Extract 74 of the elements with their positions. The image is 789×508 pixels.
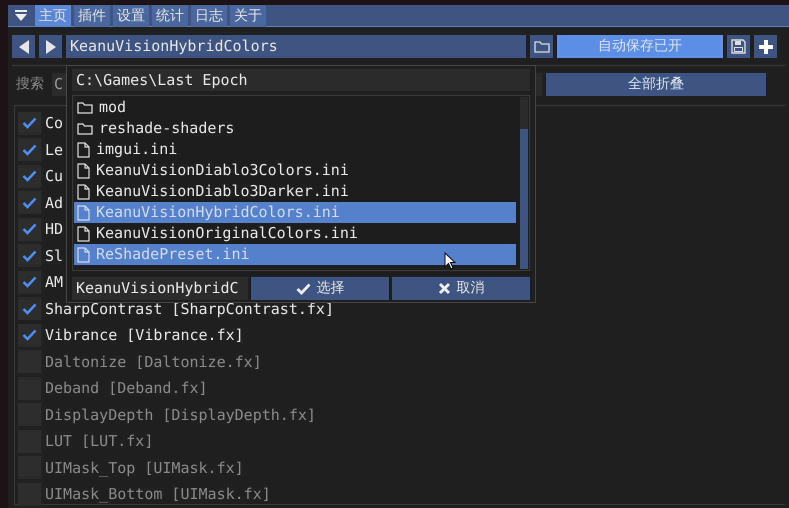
checkmark-icon	[22, 117, 37, 130]
checkbox[interactable]	[18, 482, 41, 506]
close-icon	[438, 282, 450, 295]
document-icon	[77, 204, 90, 220]
effect-name: Daltonize [Daltonize.fx]	[45, 352, 262, 372]
checkmark-icon	[22, 276, 37, 288]
effect-name: Le	[45, 140, 64, 160]
file-list-item[interactable]: imgui.ini	[74, 139, 516, 160]
tab[interactable]: 插件	[74, 5, 110, 27]
checkbox[interactable]	[18, 324, 41, 347]
file-list-item[interactable]: KeanuVisionDiablo3Colors.ini	[74, 160, 516, 181]
document-icon	[77, 226, 90, 242]
menu-icon	[15, 10, 27, 22]
checkmark-icon	[22, 170, 37, 182]
checkmark-icon	[22, 196, 37, 209]
path-field[interactable]: C:\Games\Last Epoch	[72, 69, 530, 91]
checkmark-icon	[22, 302, 37, 315]
effect-name: Sl	[45, 246, 64, 266]
effect-name: UIMask_Top [UIMask.fx]	[45, 458, 244, 478]
folder-icon	[77, 101, 93, 114]
preset-field[interactable]: KeanuVisionHybridColors	[66, 35, 526, 58]
add-button[interactable]	[754, 35, 777, 58]
effect-name: SharpContrast [SharpContrast.fx]	[45, 298, 334, 320]
folder-icon	[534, 40, 550, 53]
file-list-item[interactable]: mod	[74, 97, 516, 118]
effect-name: AM	[45, 272, 64, 293]
left-arrow-icon	[18, 40, 30, 54]
checkbox[interactable]	[18, 270, 41, 294]
checkbox[interactable]	[18, 164, 41, 188]
checkbox[interactable]	[18, 297, 41, 320]
tab[interactable]: 日志	[191, 5, 227, 27]
effect-name: Deband [Deband.fx]	[45, 378, 208, 399]
plus-icon	[758, 40, 772, 54]
previous-button[interactable]	[12, 35, 35, 58]
search-label: 搜索	[15, 75, 45, 94]
checkmark-icon	[22, 329, 37, 342]
effect-name: UIMask_Bottom [UIMask.fx]	[45, 484, 271, 505]
effect-name: Cu	[45, 166, 64, 187]
tab[interactable]: 统计	[152, 5, 188, 27]
file-list-item[interactable]: reshade-shaders	[74, 118, 516, 139]
tab[interactable]: 关于	[230, 5, 266, 27]
checkbox[interactable]	[18, 218, 41, 241]
checkmark-icon	[22, 144, 37, 156]
document-icon	[77, 162, 90, 178]
checkmark-icon	[22, 250, 37, 262]
checkbox[interactable]	[18, 112, 41, 135]
effect-name: LUT [LUT.fx]	[45, 431, 154, 452]
document-icon	[77, 246, 90, 262]
next-button[interactable]	[39, 35, 62, 58]
file-list-item[interactable]: KeanuVisionDiablo3Darker.ini	[74, 181, 516, 202]
effect-name: DisplayDepth [DisplayDepth.fx]	[45, 404, 316, 426]
checkmark-icon	[296, 282, 310, 294]
save-button[interactable]	[727, 35, 750, 58]
cancel-button[interactable]: 取消	[392, 277, 530, 300]
mouse-cursor-icon	[444, 252, 456, 270]
folder-icon	[77, 122, 93, 135]
select-button[interactable]: 选择	[251, 277, 389, 300]
file-list-item[interactable]: KeanuVisionOriginalColors.ini	[74, 223, 516, 244]
tab[interactable]: 设置	[113, 5, 149, 27]
collapse-all-button[interactable]: 全部折叠	[546, 73, 766, 96]
filename-field[interactable]: KeanuVisionHybridC	[72, 277, 248, 300]
right-arrow-icon	[44, 40, 56, 54]
effect-name: Co	[45, 113, 64, 134]
document-icon	[77, 184, 90, 200]
checkbox[interactable]	[18, 138, 41, 162]
checkbox[interactable]	[18, 244, 41, 268]
open-folder-button[interactable]	[530, 35, 553, 58]
effect-name: Vibrance [Vibrance.fx]	[45, 325, 244, 346]
scrollbar[interactable]	[520, 97, 528, 269]
checkmark-icon	[22, 223, 37, 236]
effect-name: Ad	[45, 192, 64, 214]
checkbox[interactable]	[18, 191, 41, 214]
effect-name: HD	[45, 219, 64, 240]
document-icon	[77, 142, 90, 158]
